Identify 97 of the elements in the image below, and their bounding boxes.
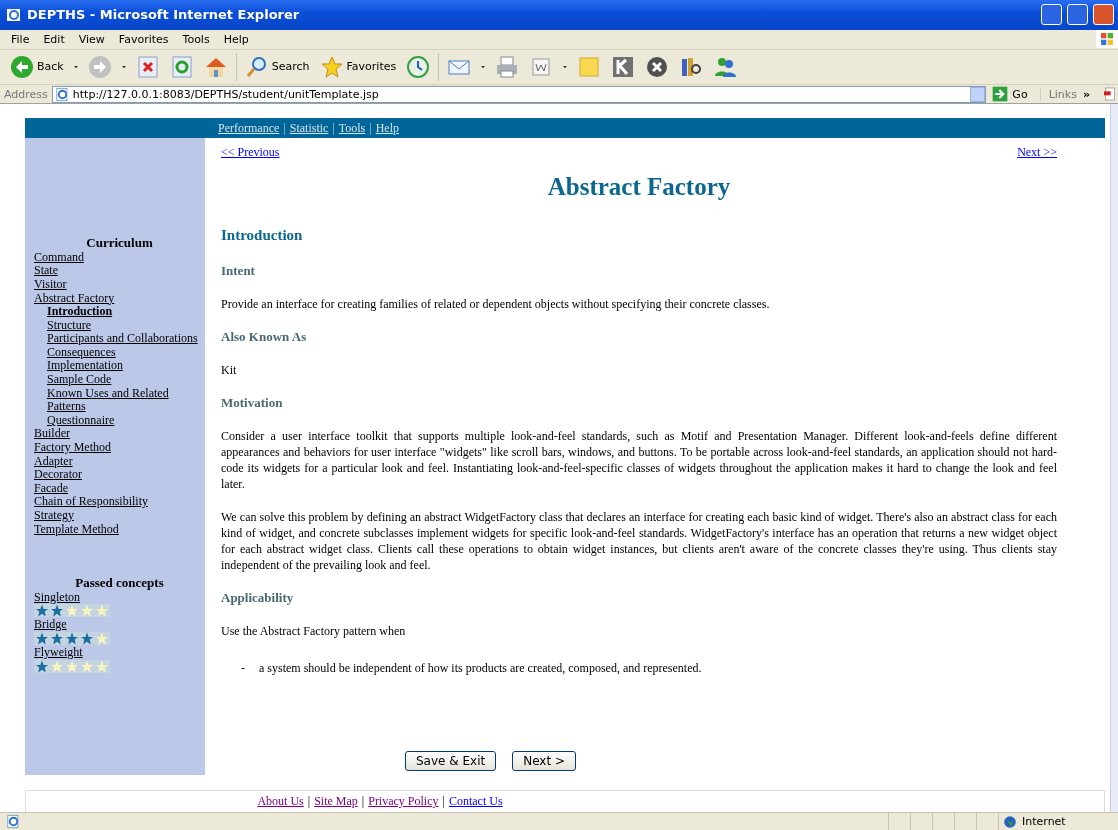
next-link[interactable]: Next >>: [1017, 144, 1057, 161]
separator-text: |: [441, 794, 446, 810]
curriculum-link[interactable]: Participants and Collaborations: [47, 332, 207, 346]
concept-link[interactable]: Flyweight: [34, 646, 205, 660]
footer-link[interactable]: Contact Us: [448, 794, 503, 810]
toolbar-button[interactable]: Favorites: [317, 52, 399, 81]
globe-icon: [1003, 814, 1017, 829]
filled-star-icon: [65, 632, 79, 645]
toolbar-button[interactable]: Search: [242, 52, 312, 81]
nav-link[interactable]: Performance: [218, 120, 280, 136]
curriculum-link[interactable]: Visitor: [34, 277, 205, 292]
curriculum-link[interactable]: Implementation: [47, 359, 207, 374]
menu-item[interactable]: Favorites: [111, 32, 176, 46]
footer-link[interactable]: Site Map: [314, 794, 358, 810]
zone-label: Internet: [1022, 815, 1066, 829]
curriculum-link[interactable]: Known Uses and Related Patterns: [47, 386, 207, 414]
k-box-icon[interactable]: [611, 54, 636, 79]
separator-text: |: [331, 120, 336, 136]
maximize-button[interactable]: [1067, 4, 1088, 26]
curriculum-link[interactable]: Decorator: [34, 468, 205, 482]
curriculum-link[interactable]: Sample Code: [47, 373, 207, 387]
previous-link[interactable]: << Previous: [221, 144, 280, 161]
page-icon: [6, 814, 21, 830]
go-button[interactable]: Go: [990, 86, 1036, 103]
paragraph: Consider a user interface toolkit that supports multiple look-and-feel standards, such as Motif and Presentation Manager. Different look-and-feels define different appearances and behaviors for user interface "widgets" like scroll bars, windows, and buttons. To be portable across look-and-feel standards, an application should not hard-code its widgets for a particular look and feel. Instantiating look-and-feel-specific classes of widgets throughout the application makes it hard to change the look and feel later.: [221, 428, 1057, 493]
toolbar-button[interactable]: Back: [8, 52, 66, 81]
separator-text: |: [368, 120, 373, 136]
curriculum-link[interactable]: Template Method: [34, 522, 205, 537]
sidebar-heading: Curriculum: [85, 236, 154, 250]
address-label: Address: [4, 87, 48, 101]
subsection-heading: Also Known As: [221, 329, 308, 346]
paragraph: Use the Abstract Factory pattern when: [221, 623, 407, 640]
filled-star-icon: [35, 659, 49, 673]
go-arrow-icon: [992, 86, 1009, 103]
sidebar-heading: Passed concepts: [74, 576, 165, 590]
address-field[interactable]: http://127.0.0.1:8083/DEPTHS/student/unitTemplate.jsp: [51, 85, 987, 103]
stop-icon[interactable]: [135, 54, 160, 79]
curriculum-link[interactable]: Abstract Factory: [34, 291, 205, 306]
subsection-heading: Applicability: [221, 590, 295, 607]
menu-item[interactable]: Tools: [175, 32, 217, 46]
menu-item[interactable]: File: [4, 32, 37, 46]
curriculum-link[interactable]: Adapter: [34, 454, 205, 469]
refresh-icon[interactable]: [169, 54, 194, 79]
curriculum-link[interactable]: Chain of Responsibility: [34, 495, 205, 509]
subsection-heading: Intent: [221, 263, 256, 280]
paragraph: Provide an interface for creating families of related or dependent objects without specifying their concrete classes.: [221, 296, 771, 313]
footer-link[interactable]: Privacy Policy: [368, 794, 439, 810]
filled-star-icon: [35, 632, 49, 645]
close-button[interactable]: [1093, 4, 1114, 26]
curriculum-link[interactable]: Consequences: [47, 345, 207, 360]
curriculum-link[interactable]: Facade: [34, 481, 205, 496]
separator-text: |: [282, 120, 287, 136]
curriculum-link[interactable]: Introduction: [47, 305, 207, 319]
page-icon: [54, 86, 70, 102]
printer-icon[interactable]: [495, 54, 520, 79]
curriculum-link[interactable]: Builder: [34, 427, 205, 442]
concept-link[interactable]: Bridge: [34, 618, 205, 632]
curriculum-link[interactable]: Factory Method: [34, 441, 205, 455]
curriculum-link[interactable]: State: [34, 264, 205, 278]
bullet-marker: -: [241, 660, 245, 677]
save-exit-button[interactable]: Save & Exit: [405, 751, 497, 772]
list-item: a system should be independent of how its products are created, composed, and represented.: [259, 660, 702, 677]
search-icon: [244, 54, 269, 79]
section-heading: Introduction: [221, 227, 304, 244]
curriculum-link[interactable]: Questionnaire: [47, 413, 207, 428]
browser-icon: [6, 6, 22, 23]
concept-link[interactable]: Singleton: [34, 590, 205, 605]
menu-item[interactable]: View: [71, 32, 112, 46]
footer-link[interactable]: About Us: [257, 794, 304, 810]
minimize-button[interactable]: [1041, 4, 1062, 26]
paragraph: Kit: [221, 362, 238, 379]
links-button[interactable]: Links: [1048, 87, 1077, 101]
nav-link[interactable]: Help: [375, 120, 400, 136]
curriculum-link[interactable]: Structure: [47, 318, 207, 333]
filled-star-icon: [80, 632, 94, 645]
chevron-button[interactable]: »: [1082, 87, 1090, 101]
nav-link[interactable]: Tools: [338, 120, 366, 136]
filled-star-icon: [35, 604, 49, 618]
paragraph: We can solve this problem by defining an abstract WidgetFactory class that declares an interface for creating each basic kind of widget. There's also an abstract class for each kind of widget, and concrete subclasses implement widgets for specific look-and-feel standards. WidgetFactory's interface has an operation that returns a new widget object for each abstract widget class. Clients call these operations to obtain widget instances, but clients aren't aware of the concrete classes they're using. Thus clients stay independent of the prevailing look and feel.: [221, 509, 1057, 574]
menu-item[interactable]: Help: [216, 32, 256, 46]
page-title: Abstract Factory: [546, 172, 732, 203]
separator-text: |: [360, 794, 366, 810]
window-title: DEPTHS - Microsoft Internet Explorer: [27, 7, 301, 23]
windows-logo-icon: [1099, 31, 1115, 48]
menu-item[interactable]: Edit: [36, 32, 72, 46]
star-icon: [319, 54, 344, 79]
filled-star-icon: [50, 632, 64, 645]
separator-text: |: [306, 794, 312, 810]
pdf-icon[interactable]: [1102, 86, 1118, 103]
x-circle-icon[interactable]: [645, 54, 670, 79]
curriculum-link[interactable]: Command: [34, 250, 205, 265]
filled-star-icon: [50, 604, 64, 618]
next-button[interactable]: Next >: [512, 751, 576, 772]
history-icon[interactable]: [406, 54, 431, 79]
subsection-heading: Motivation: [221, 395, 284, 412]
curriculum-link[interactable]: Strategy: [34, 509, 205, 523]
nav-link[interactable]: Statistic: [289, 120, 329, 136]
